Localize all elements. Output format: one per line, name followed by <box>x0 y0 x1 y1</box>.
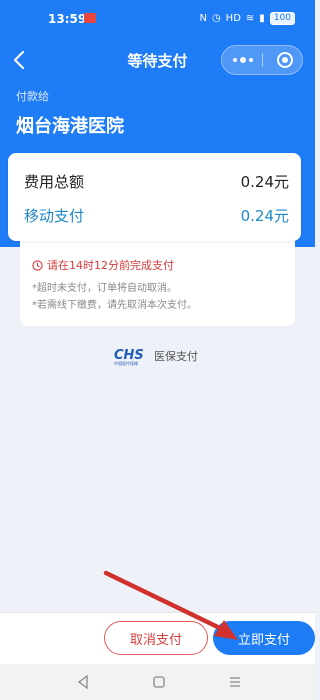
status-bar: 13:59 N ◷ HD ≋ ▮ 100 <box>0 0 315 38</box>
total-amount-value: 0.24元 <box>240 173 289 191</box>
back-triangle-icon[interactable] <box>74 673 92 691</box>
notice-card: 请在14时12分前完成支付 *超时未支付，订单将自动取消。 *若需线下缴费，请先… <box>20 238 295 326</box>
notice-line-timeout: *超时未支付，订单将自动取消。 <box>32 283 177 294</box>
wifi-icon: ≋ <box>245 13 255 24</box>
signal-icon: ▮ <box>259 13 265 24</box>
more-icon[interactable] <box>230 52 256 68</box>
mobile-payment-row: 移动支付 0.24元 <box>24 201 289 231</box>
payee-label: 付款给 <box>16 90 49 103</box>
menu-lines-icon[interactable] <box>226 673 244 691</box>
alarm-icon: ◷ <box>211 13 221 24</box>
chs-logo: CHS 中国医疗保障 <box>114 348 144 366</box>
mobile-payment-label: 移动支付 <box>24 207 85 225</box>
amount-card: 费用总额 0.24元 移动支付 0.24元 <box>8 153 301 241</box>
system-navigation-bar <box>0 664 315 700</box>
total-amount-row: 费用总额 0.24元 <box>24 167 289 197</box>
status-time: 13:59 <box>48 12 87 26</box>
payee-name: 烟台海港医院 <box>16 116 124 137</box>
status-icons: N ◷ HD ≋ ▮ 100 <box>199 12 295 25</box>
pay-now-button[interactable]: 立即支付 <box>213 621 315 655</box>
deadline-text: 请在14时12分前完成支付 <box>47 259 174 272</box>
payment-deadline-warning: 请在14时12分前完成支付 <box>32 257 174 273</box>
chs-logo-subtext: 中国医疗保障 <box>114 360 138 366</box>
nfc-icon: N <box>199 13 207 24</box>
chs-branding: CHS 中国医疗保障 医保支付 <box>112 344 198 368</box>
hd-icon: HD <box>225 13 241 24</box>
total-amount-label: 费用总额 <box>24 173 85 191</box>
capsule-divider <box>262 53 263 67</box>
mini-program-capsule <box>221 45 303 75</box>
nav-bar: 等待支付 <box>0 38 315 82</box>
home-square-icon[interactable] <box>150 673 168 691</box>
battery-icon: 100 <box>269 12 295 25</box>
footer-bar: 取消支付 立即支付 <box>0 612 315 665</box>
notice-line-offline: *若需线下缴费，请先取消本次支付。 <box>32 300 197 311</box>
target-icon[interactable] <box>276 51 294 69</box>
notification-icon <box>84 13 96 23</box>
mobile-payment-value: 0.24元 <box>240 207 289 225</box>
cancel-payment-button[interactable]: 取消支付 <box>104 621 208 655</box>
chs-label: 医保支付 <box>154 350 198 363</box>
clock-icon <box>32 259 43 271</box>
